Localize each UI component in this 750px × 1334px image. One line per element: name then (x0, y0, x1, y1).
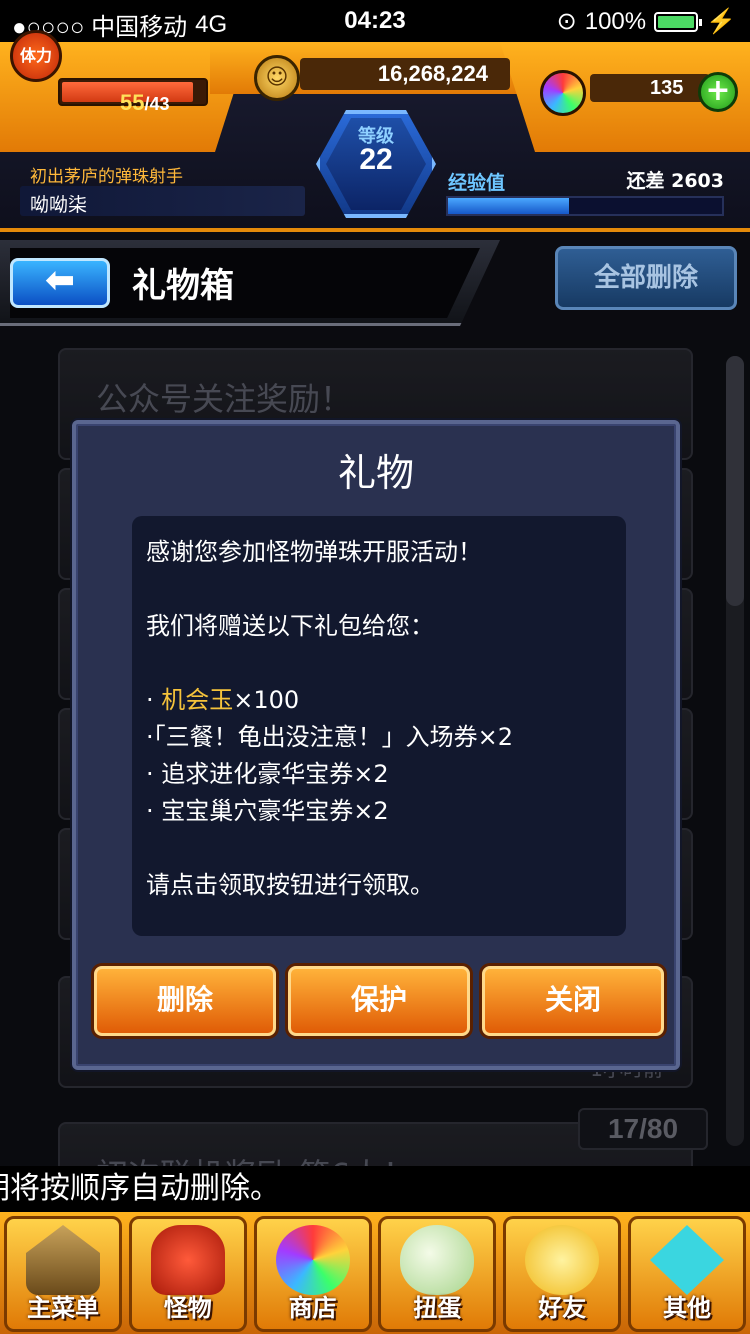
exp-bar (446, 196, 724, 216)
buy-orbs-button[interactable]: + (698, 72, 738, 112)
delete-button[interactable]: 删除 (94, 966, 276, 1036)
nav-gacha[interactable]: 扭蛋 (378, 1216, 497, 1332)
reward-item: ·「三餐！龟出没注意！」入场券×2 (146, 723, 514, 751)
delete-all-button[interactable]: 全部删除 (555, 246, 737, 310)
close-button[interactable]: 关闭 (482, 966, 664, 1036)
nav-shop[interactable]: 商店 (253, 1216, 372, 1332)
coin-count: 16,268,224 (300, 58, 510, 90)
reward-item: · 机会玉×100 (146, 686, 300, 714)
exp-fill (448, 198, 569, 214)
page-title: 礼物箱 (132, 266, 234, 306)
reward-item: · 宝宝巢穴豪华宝券×2 (146, 797, 389, 825)
message-line: 请点击领取按钮进行领取。 (146, 871, 434, 899)
level-value: 22 (359, 143, 393, 176)
orb-icon (275, 1225, 350, 1295)
dialog-title: 礼物 (337, 451, 414, 495)
nav-friends[interactable]: 好友 (503, 1216, 622, 1332)
bottom-nav: 主菜单 怪物 商店 扭蛋 好友 其他 (0, 1212, 750, 1334)
nav-main-menu[interactable]: 主菜单 (4, 1216, 122, 1332)
protect-button[interactable]: 保护 (288, 966, 470, 1036)
rotation-lock-icon: ⊙ (556, 8, 577, 35)
nav-monsters[interactable]: 怪物 (128, 1216, 247, 1332)
reward-item: · 追求进化豪华宝券×2 (146, 760, 389, 788)
stamina-icon: 体力 (10, 30, 62, 82)
orb-icon (540, 70, 586, 116)
charging-icon: ⚡ (706, 8, 736, 35)
dialog-message: 感谢您参加怪物弹珠开服活动！ 我们将赠送以下礼包给您： · 机会玉×100 ·「… (132, 516, 626, 936)
back-arrow-icon: ⬅ (44, 260, 76, 301)
temple-icon (26, 1225, 100, 1295)
nav-other[interactable]: 其他 (627, 1216, 746, 1332)
back-button[interactable]: ⬅ (10, 258, 110, 308)
question-icon (649, 1225, 724, 1295)
notice-ticker: 期将按顺序自动删除。 (0, 1166, 750, 1212)
exp-label: 经验值 (448, 172, 506, 194)
player-title: 初出茅庐的弹珠射手 (30, 167, 183, 187)
battery-percent: 100% (584, 7, 647, 35)
message-line: 我们将赠送以下礼包给您： (146, 612, 434, 640)
friends-icon (525, 1225, 600, 1295)
egg-icon (400, 1225, 475, 1295)
status-bar: ●○○○○ 中国移动 4G 04:23 ⊙ 100% ⚡ (0, 0, 750, 42)
coin-icon: ☺ (254, 55, 300, 101)
monster-icon (150, 1225, 225, 1295)
gift-dialog: 礼物 感谢您参加怪物弹珠开服活动！ 我们将赠送以下礼包给您： · 机会玉×100… (72, 420, 680, 1070)
exp-remaining: 还差 2603 (626, 170, 725, 192)
stamina-value: 55/43 (120, 90, 170, 115)
player-name: 呦呦柒 (30, 194, 88, 216)
message-line: 感谢您参加怪物弹珠开服活动！ (146, 538, 482, 566)
orb-count: 135 (590, 74, 710, 102)
battery-icon (654, 11, 703, 32)
